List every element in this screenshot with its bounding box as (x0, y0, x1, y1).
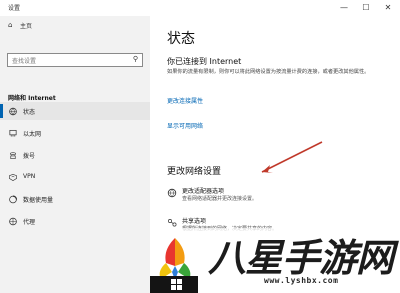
sidebar-item-status[interactable]: 状态 (0, 102, 150, 120)
search-icon[interactable]: ⚲ (133, 55, 138, 63)
connection-description: 如果你的流量有限制，则你可以将此网络设置为按流量计费的连接，或者更改其他属性。 (167, 69, 370, 75)
sidebar-item-proxy[interactable]: 代理 (0, 212, 150, 230)
windows-start-icon[interactable] (171, 279, 182, 290)
globe-icon (9, 107, 17, 116)
sharing-icon (168, 219, 177, 227)
sidebar-item-label: VPN (23, 173, 36, 180)
close-button[interactable]: ✕ (377, 2, 399, 14)
ethernet-icon (9, 129, 17, 137)
maximize-button[interactable]: ☐ (355, 2, 377, 14)
page-title: 状态 (167, 31, 195, 47)
active-indicator (0, 104, 3, 118)
option-adapter-desc: 查看网络适配器并更改连接设置。 (182, 196, 258, 202)
nav-home[interactable]: ⌂ 主页 (0, 18, 150, 32)
title-bar: 设置 — ☐ ✕ (0, 0, 400, 16)
sidebar-item-label: 代理 (23, 219, 36, 226)
minimize-button[interactable]: — (333, 2, 355, 14)
sidebar-item-label: 以太网 (23, 131, 42, 138)
connection-status-title: 你已连接到 Internet (167, 57, 242, 66)
watermark-text: 八星手游网 (208, 236, 394, 280)
sidebar-item-label: 状态 (23, 109, 36, 116)
sidebar-section-title: 网络和 Internet (8, 95, 56, 102)
sidebar-item-dialup[interactable]: 拨号 (0, 146, 150, 164)
home-icon: ⌂ (8, 21, 13, 29)
window-title: 设置 (8, 5, 21, 12)
nav-home-label: 主页 (20, 23, 33, 30)
dialup-icon (9, 152, 17, 159)
option-sharing-title: 共享选项 (182, 218, 207, 225)
change-connection-properties-link[interactable]: 更改连接属性 (167, 96, 203, 105)
sidebar-item-vpn[interactable]: VPN (0, 168, 150, 186)
proxy-icon (9, 217, 17, 226)
search-input[interactable]: 查找设置 ⚲ (7, 53, 143, 67)
sidebar-item-label: 数据使用量 (23, 197, 54, 204)
sidebar: ⌂ 主页 查找设置 ⚲ 网络和 Internet 状态 以太网 拨号 VPN 数… (0, 16, 150, 293)
option-adapter-title: 更改适配器选项 (182, 188, 225, 195)
adapter-icon (167, 188, 177, 198)
data-usage-icon (9, 195, 18, 204)
show-available-networks-link[interactable]: 显示可用网络 (167, 121, 203, 130)
search-placeholder: 查找设置 (12, 58, 37, 65)
watermark-url: www.lyshbx.com (264, 276, 339, 285)
sidebar-item-label: 拨号 (23, 153, 36, 160)
sidebar-item-ethernet[interactable]: 以太网 (0, 124, 150, 142)
sidebar-item-data-usage[interactable]: 数据使用量 (0, 190, 150, 208)
option-adapter[interactable]: 更改适配器选项 查看网络适配器并更改连接设置。 (167, 184, 367, 210)
vpn-icon (9, 174, 17, 182)
change-network-settings-heading: 更改网络设置 (167, 167, 222, 177)
